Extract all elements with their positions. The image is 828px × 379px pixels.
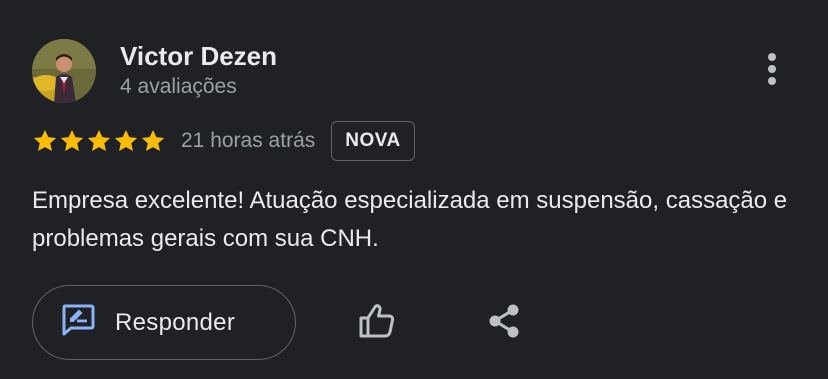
avatar[interactable]: [32, 39, 96, 103]
reply-button[interactable]: Responder: [32, 285, 296, 360]
more-vert-icon: [767, 52, 777, 91]
review-card: Victor Dezen 4 avaliações 21 horas atrás…: [0, 0, 828, 379]
star-icon: [59, 128, 85, 154]
share-icon: [487, 303, 521, 344]
rating-row: 21 horas atrás NOVA: [32, 120, 415, 162]
author-review-count[interactable]: 4 avaliações: [120, 74, 237, 100]
star-icon: [86, 128, 112, 154]
share-button[interactable]: [478, 298, 530, 348]
star-icon: [140, 128, 166, 154]
review-text: Empresa excelente! Atuação especializada…: [32, 187, 788, 252]
author-name[interactable]: Victor Dezen: [120, 40, 277, 72]
star-icon: [113, 128, 139, 154]
review-time: 21 horas atrás: [181, 129, 316, 152]
star-icon: [32, 128, 58, 154]
like-button[interactable]: [350, 298, 404, 348]
star-rating: [32, 128, 166, 154]
rate-review-icon: [60, 303, 96, 342]
reply-label: Responder: [115, 308, 236, 336]
thumb-up-icon: [358, 303, 396, 344]
new-badge: NOVA: [331, 121, 415, 161]
more-options-button[interactable]: [752, 48, 792, 94]
